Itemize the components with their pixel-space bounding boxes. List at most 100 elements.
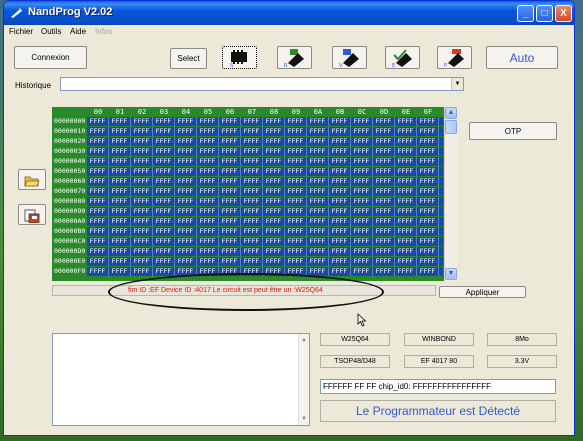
hex-cell[interactable]: FFFF <box>219 247 241 256</box>
hex-cell[interactable]: FFFF <box>153 187 175 196</box>
hex-cell[interactable]: FFFF <box>417 157 439 166</box>
hex-cell[interactable]: FFFF <box>175 187 197 196</box>
hex-cell[interactable]: FFFF <box>285 117 307 126</box>
hex-cell[interactable]: FFFF <box>417 187 439 196</box>
hex-cell[interactable]: FFFF <box>373 207 395 216</box>
save-file-button[interactable] <box>18 204 46 225</box>
hex-cell[interactable]: FFFF <box>307 247 329 256</box>
hex-cell[interactable]: FFFF <box>241 207 263 216</box>
hex-cell[interactable]: FFFF <box>307 197 329 206</box>
hex-cell[interactable]: FFFF <box>307 127 329 136</box>
log-scrollbar[interactable]: ▲ ▼ <box>298 334 309 425</box>
scroll-up-icon[interactable]: ▲ <box>299 335 309 345</box>
hex-row[interactable]: 000000A0 FFFF FFFF FFFF FFFF FFFF FFFF FFFF FFFF… <box>52 217 444 226</box>
hex-cell[interactable]: FFFF <box>373 187 395 196</box>
hex-cell[interactable]: FFFF <box>417 127 439 136</box>
hex-cell[interactable]: FFFF <box>395 137 417 146</box>
hex-cell[interactable]: FFFF <box>219 167 241 176</box>
hex-cell[interactable]: FFFF <box>87 157 109 166</box>
hex-cell[interactable]: FFFF <box>417 247 439 256</box>
hex-cell[interactable]: FFFF <box>395 197 417 206</box>
hex-cell[interactable]: FFFF <box>241 117 263 126</box>
hex-cell[interactable]: FFFF <box>329 247 351 256</box>
hex-cell[interactable]: FFFF <box>175 127 197 136</box>
hex-cell[interactable]: FFFF <box>351 187 373 196</box>
hex-cell[interactable]: FFFF <box>153 147 175 156</box>
hex-cell[interactable]: FFFF <box>131 237 153 246</box>
hex-cell[interactable]: FFFF <box>395 147 417 156</box>
hex-cell[interactable]: FFFF <box>197 207 219 216</box>
hex-row[interactable]: 000000C0 FFFF FFFF FFFF FFFF FFFF FFFF FFFF FFFF… <box>52 237 444 246</box>
hex-cell[interactable]: FFFF <box>87 217 109 226</box>
hex-cell[interactable]: FFFF <box>175 197 197 206</box>
hex-vertical-scrollbar[interactable]: ▲ ▼ <box>444 107 457 281</box>
scroll-down-icon[interactable]: ▼ <box>299 414 309 424</box>
hex-cell[interactable]: FFFF <box>329 117 351 126</box>
hex-cell[interactable]: FFFF <box>395 217 417 226</box>
hex-cell[interactable]: FFFF <box>241 147 263 156</box>
hex-cell[interactable]: FFFF <box>329 147 351 156</box>
hex-cell[interactable]: FFFF <box>395 117 417 126</box>
hex-cell[interactable]: FFFF <box>373 127 395 136</box>
hex-cell[interactable]: FFFF <box>373 257 395 266</box>
hex-cell[interactable]: FFFF <box>153 267 175 276</box>
hex-cell[interactable]: FFFF <box>153 117 175 126</box>
hex-cell[interactable]: FFFF <box>285 157 307 166</box>
hex-cell[interactable]: FFFF <box>109 167 131 176</box>
menu-outils[interactable]: Outils <box>41 27 61 36</box>
hex-cell[interactable]: FFFF <box>329 127 351 136</box>
hex-cell[interactable]: FFFF <box>329 157 351 166</box>
hex-cell[interactable]: FFFF <box>307 177 329 186</box>
hex-cell[interactable]: FFFF <box>417 217 439 226</box>
hex-cell[interactable]: FFFF <box>197 247 219 256</box>
hex-cell[interactable]: FFFF <box>329 267 351 276</box>
hex-cell[interactable]: FFFF <box>153 237 175 246</box>
hex-cell[interactable]: FFFF <box>153 227 175 236</box>
hex-cell[interactable]: FFFF <box>87 247 109 256</box>
hex-cell[interactable]: FFFF <box>351 157 373 166</box>
hex-cell[interactable]: FFFF <box>109 147 131 156</box>
erase-button[interactable]: E <box>385 46 420 69</box>
hex-cell[interactable]: FFFF <box>373 217 395 226</box>
hex-cell[interactable]: FFFF <box>197 117 219 126</box>
hex-cell[interactable]: FFFF <box>395 167 417 176</box>
read-button[interactable]: R <box>277 46 312 69</box>
hex-cell[interactable]: FFFF <box>395 227 417 236</box>
hex-cell[interactable]: FFFF <box>87 207 109 216</box>
hex-cell[interactable]: FFFF <box>351 177 373 186</box>
hex-cell[interactable]: FFFF <box>395 247 417 256</box>
hex-cell[interactable]: FFFF <box>285 167 307 176</box>
hex-cell[interactable]: FFFF <box>241 217 263 226</box>
hex-cell[interactable]: FFFF <box>153 257 175 266</box>
hex-cell[interactable]: FFFF <box>197 257 219 266</box>
hex-cell[interactable]: FFFF <box>351 227 373 236</box>
close-button[interactable]: X <box>555 5 572 22</box>
hex-cell[interactable]: FFFF <box>175 227 197 236</box>
hex-cell[interactable]: FFFF <box>241 247 263 256</box>
hex-cell[interactable]: FFFF <box>219 257 241 266</box>
hex-cell[interactable]: FFFF <box>307 137 329 146</box>
log-textarea[interactable]: ▲ ▼ <box>52 333 310 426</box>
select-chip-button[interactable]: S <box>222 46 257 69</box>
menu-infos[interactable]: Infos <box>95 27 112 36</box>
hex-cell[interactable]: FFFF <box>175 247 197 256</box>
menu-fichier[interactable]: Fichier <box>9 27 33 36</box>
hex-cell[interactable]: FFFF <box>87 177 109 186</box>
hex-cell[interactable]: FFFF <box>307 237 329 246</box>
hex-cell[interactable]: FFFF <box>395 267 417 276</box>
hex-cell[interactable]: FFFF <box>307 257 329 266</box>
hex-cell[interactable]: FFFF <box>175 147 197 156</box>
hex-cell[interactable]: FFFF <box>153 127 175 136</box>
hex-cell[interactable]: FFFF <box>351 247 373 256</box>
hex-cell[interactable]: FFFF <box>285 187 307 196</box>
hex-cell[interactable]: FFFF <box>131 187 153 196</box>
hex-cell[interactable]: FFFF <box>351 267 373 276</box>
hex-cell[interactable]: FFFF <box>373 177 395 186</box>
hex-cell[interactable]: FFFF <box>153 197 175 206</box>
hex-row[interactable]: 000000E0 FFFF FFFF FFFF FFFF FFFF FFFF FFFF FFFF… <box>52 257 444 266</box>
hex-cell[interactable]: FFFF <box>87 117 109 126</box>
hex-cell[interactable]: FFFF <box>373 267 395 276</box>
hex-cell[interactable]: FFFF <box>197 147 219 156</box>
hex-cell[interactable]: FFFF <box>263 237 285 246</box>
hex-cell[interactable]: FFFF <box>175 167 197 176</box>
